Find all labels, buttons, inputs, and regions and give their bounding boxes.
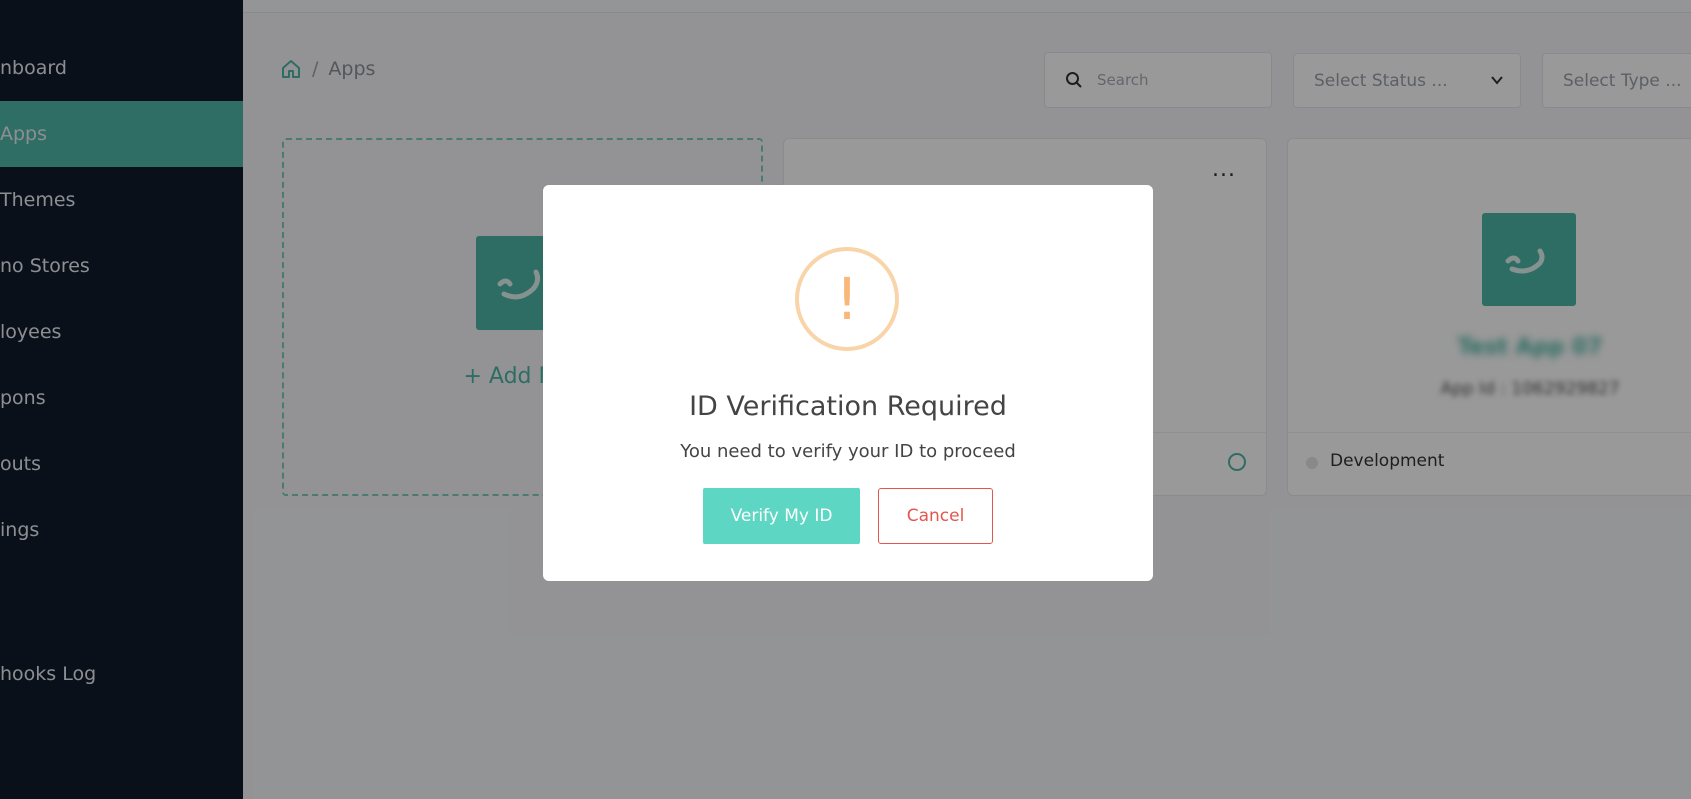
warning-icon: ! (795, 247, 899, 351)
cancel-button[interactable]: Cancel (878, 488, 993, 544)
app-root: nboard Apps Themes no Stores loyees pons… (0, 0, 1691, 799)
modal-message: You need to verify your ID to proceed (680, 441, 1016, 462)
verify-id-button[interactable]: Verify My ID (703, 488, 860, 544)
modal-title: ID Verification Required (689, 391, 1007, 422)
id-verification-modal: ! ID Verification Required You need to v… (543, 185, 1153, 581)
